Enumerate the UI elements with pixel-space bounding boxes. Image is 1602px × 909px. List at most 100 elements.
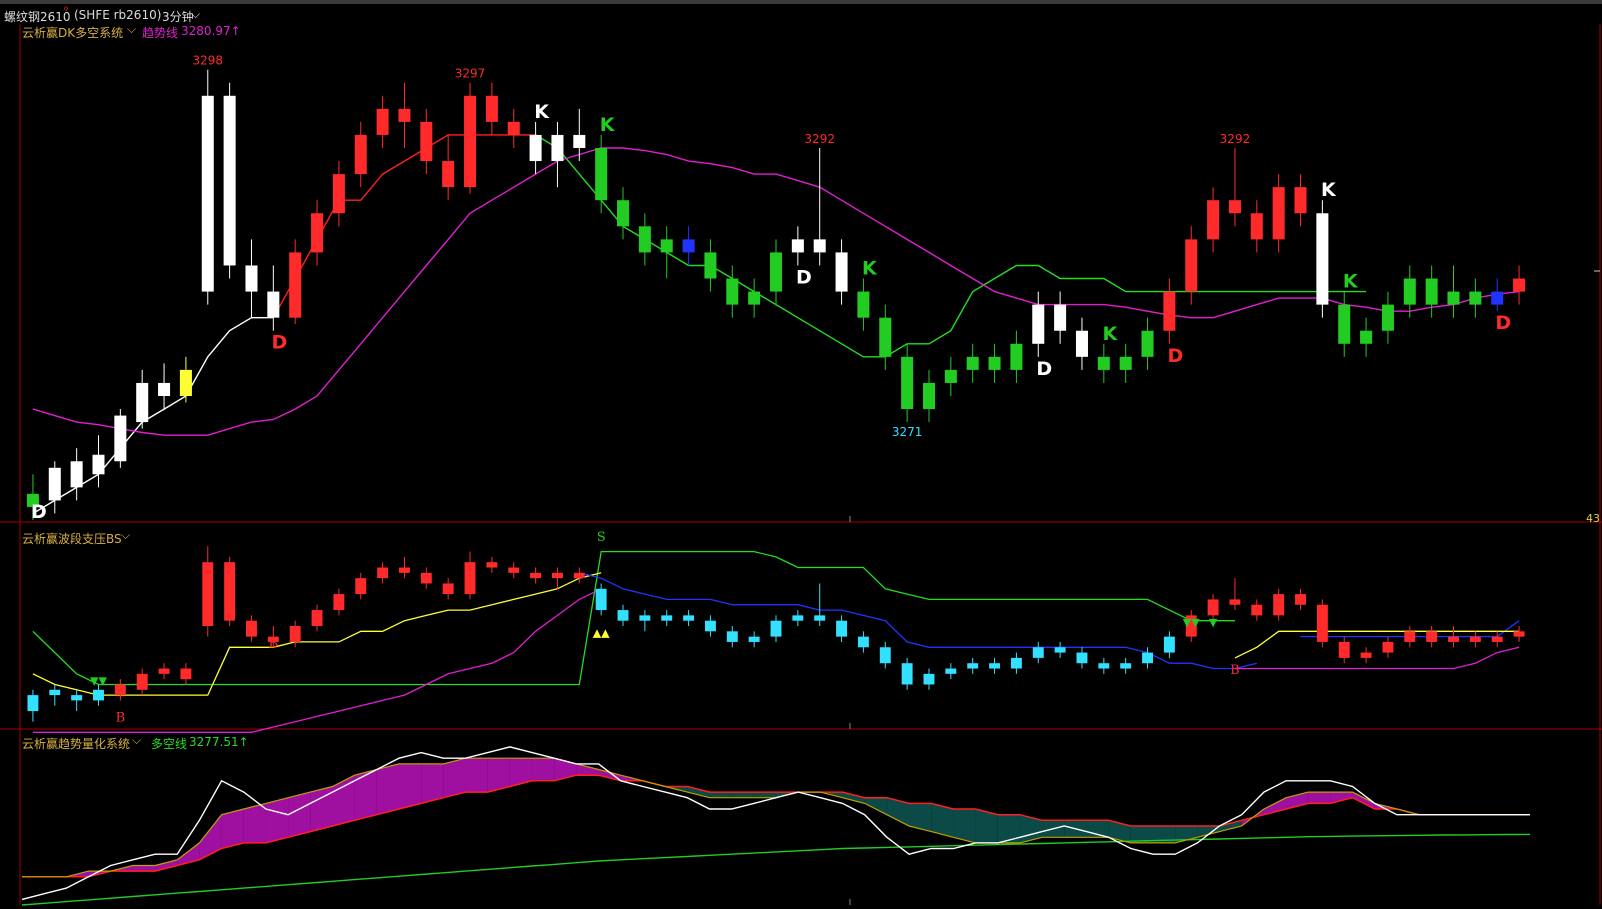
main-candle [1228, 200, 1241, 214]
main-candle [1381, 304, 1394, 331]
high-price-label: 3298 [192, 54, 223, 68]
bull-area [199, 814, 222, 860]
band-candle [202, 562, 214, 626]
main-candle [944, 369, 957, 383]
band-candle [333, 594, 345, 611]
band-yellow-line [32, 572, 602, 696]
main-white-line [32, 317, 274, 515]
bear-area [753, 792, 776, 798]
main-candle [551, 134, 564, 162]
bear-area [731, 792, 754, 798]
band-candle [573, 572, 585, 579]
band-yellow-line [1234, 630, 1520, 659]
chevron-down-icon[interactable]: ⌵ [127, 22, 136, 37]
band-candle [508, 567, 520, 573]
band-indicator-name[interactable]: 云析赢波段支压BS [22, 530, 122, 547]
band-candle [1316, 604, 1328, 642]
main-candle [769, 252, 783, 292]
band-candle [93, 689, 104, 701]
signal-D-label: D [796, 266, 812, 288]
signal-K-label: K [1102, 323, 1118, 345]
main-candle [114, 415, 127, 462]
band-candle [792, 615, 804, 621]
band-candle [1448, 636, 1459, 642]
main-candle [376, 108, 389, 135]
low-price-label: 3271 [892, 425, 923, 439]
main-candle [507, 121, 520, 135]
band-letter-S: S [597, 530, 606, 545]
main-candle [573, 134, 586, 148]
band-candle [967, 663, 979, 669]
main-candle [857, 291, 870, 318]
chevron-down-icon[interactable]: ⌵ [132, 733, 141, 748]
main-candle [267, 291, 280, 318]
high-price-label: 3292 [804, 132, 835, 146]
quant-indicator-name[interactable]: 云析赢趋势量化系统 [22, 735, 130, 752]
band-candle [879, 647, 891, 664]
band-candle [1295, 594, 1306, 605]
main-candle [660, 239, 673, 253]
band-candle [311, 610, 323, 626]
main-candle [1032, 304, 1045, 344]
signal-K-label: K [862, 258, 878, 280]
main-candle [398, 108, 411, 122]
main-candle [201, 95, 214, 292]
band-candle [1513, 631, 1525, 637]
main-candle [1141, 330, 1154, 357]
bear-area [864, 797, 887, 815]
main-candle [1447, 291, 1460, 305]
bull-area [399, 763, 422, 810]
bull-area [532, 758, 555, 781]
band-candle [158, 668, 170, 674]
band-candle [1273, 594, 1285, 616]
band-candle [486, 562, 498, 568]
main-candle [1097, 356, 1110, 370]
bull-area [288, 792, 311, 838]
band-candle [289, 626, 301, 642]
band-candle [1054, 647, 1066, 653]
bear-area [687, 786, 710, 798]
band-candle [1469, 636, 1481, 642]
main-candle [638, 226, 651, 253]
band-candle [49, 689, 61, 696]
main-candle [158, 382, 171, 396]
main-candle [1294, 187, 1307, 214]
band-candle [377, 567, 389, 579]
main-candle [1075, 330, 1088, 357]
main-candle [1010, 343, 1023, 370]
main-candle [1425, 278, 1438, 305]
band-candle [136, 673, 148, 690]
band-candle [683, 615, 695, 621]
main-candle [682, 239, 695, 253]
band-candle [989, 663, 1001, 669]
band-candle [923, 673, 935, 685]
bull-area [1308, 792, 1331, 804]
main-indicator-name[interactable]: 云析赢DK多空系统 [22, 24, 123, 41]
signal-K-label: K [600, 114, 616, 136]
band-candle [27, 695, 39, 712]
main-candle [136, 382, 149, 423]
main-candle [988, 356, 1001, 370]
band-candle [551, 572, 563, 579]
main-candle [223, 95, 236, 266]
main-candle [245, 265, 258, 292]
band-candle [71, 695, 83, 701]
quant-green-line [21, 833, 1531, 906]
bull-area [354, 769, 377, 821]
main-candle [791, 239, 804, 253]
main-candle [289, 252, 302, 318]
band-signal-marker: ▼▼ [90, 674, 107, 687]
main-candle [813, 239, 826, 253]
band-candle [1010, 657, 1022, 669]
bull-area [576, 763, 599, 776]
band-candle [1032, 647, 1044, 658]
main-candle [704, 252, 717, 279]
long-short-line-value: 3277.51↑ [189, 735, 249, 749]
chevron-down-icon[interactable]: ⌵ [121, 528, 130, 543]
main-green-line [535, 134, 1367, 358]
band-candle [1142, 652, 1153, 664]
main-candle [1513, 278, 1526, 292]
band-candle [355, 578, 367, 595]
band-candle [945, 668, 957, 674]
main-candle [879, 317, 892, 357]
